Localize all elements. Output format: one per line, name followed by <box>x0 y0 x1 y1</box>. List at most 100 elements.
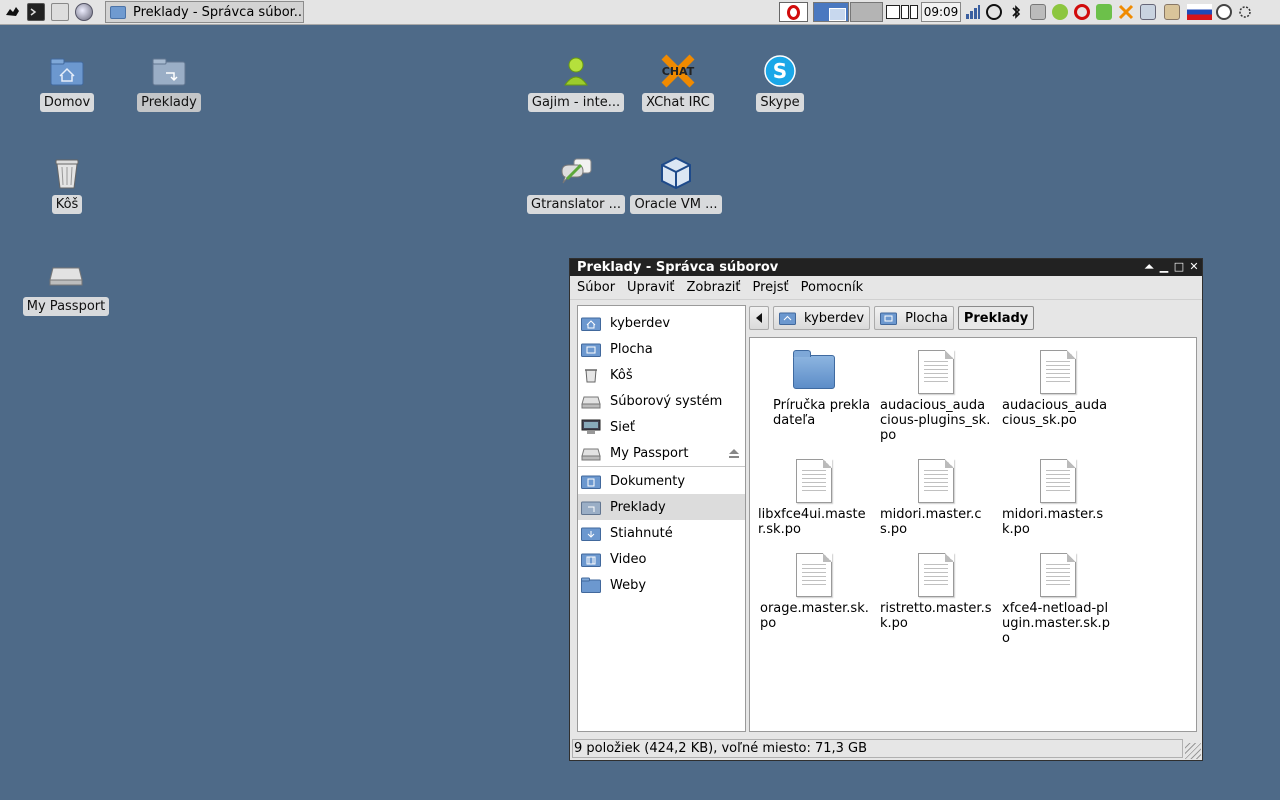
window-titlebar[interactable]: Preklady - Správca súborov ⏶ ▁ □ ✕ <box>570 259 1202 276</box>
file-name: xfce4-netload-plugin.master.sk.po <box>1002 601 1110 646</box>
gtranslator-icon <box>558 155 594 191</box>
web-browser-icon[interactable] <box>75 3 93 21</box>
file-name: Príručka prekladateľa <box>773 398 871 428</box>
resize-grip[interactable] <box>1185 743 1201 759</box>
path-back-button[interactable] <box>749 306 769 330</box>
file-name: ristretto.master.sk.po <box>880 601 992 631</box>
sidebar-item-network[interactable]: Sieť <box>578 414 745 440</box>
desktop-icon-virtualbox[interactable]: Oracle VM ... <box>626 155 726 214</box>
opera-mail-icon[interactable] <box>1074 4 1090 20</box>
path-bar: kyberdev Plocha Preklady <box>749 306 1035 330</box>
text-file-icon <box>1036 348 1080 396</box>
shade-icon[interactable]: ⏶ <box>1143 260 1155 274</box>
desktop-folder-icon <box>581 343 601 357</box>
menu-edit[interactable]: Upraviť <box>627 280 674 295</box>
network-manager-icon[interactable] <box>1140 4 1156 20</box>
sidebar-item-plocha[interactable]: Plocha <box>578 336 745 362</box>
settings-icon[interactable] <box>1237 4 1253 20</box>
sidebar-item-filesystem[interactable]: Súborový systém <box>578 388 745 414</box>
bluetooth-icon[interactable] <box>1008 4 1024 20</box>
sidebar-item-label: Súborový systém <box>610 393 723 409</box>
sidebar-item-weby[interactable]: Weby <box>578 572 745 598</box>
opera-launcher[interactable] <box>779 2 808 22</box>
path-button-plocha[interactable]: Plocha <box>874 306 954 330</box>
file-item[interactable]: audacious_audacious-plugins_sk.po <box>877 348 995 443</box>
clock-icon[interactable] <box>1216 4 1232 20</box>
desktop-icon-label: Gtranslator ... <box>527 195 625 214</box>
downloads-folder-icon <box>581 527 601 541</box>
sidebar-item-label: Stiahnuté <box>610 525 673 541</box>
xchat-tray-icon[interactable] <box>1118 4 1134 20</box>
sidebar-item-downloads[interactable]: Stiahnuté <box>578 520 745 546</box>
sidebar-item-trash[interactable]: Kôš <box>578 362 745 388</box>
eject-icon[interactable] <box>729 448 739 458</box>
sidebar-item-preklady[interactable]: Preklady <box>578 494 745 520</box>
desktop-icon-label: Domov <box>39 93 95 112</box>
menu-go[interactable]: Prejsť <box>753 280 789 295</box>
file-item[interactable]: orage.master.sk.po <box>755 551 873 631</box>
clipboard-icon[interactable] <box>1164 4 1180 20</box>
xchat-icon: CHAT <box>660 53 696 89</box>
file-item[interactable]: Príručka prekladateľa <box>755 348 873 428</box>
sidebar-item-label: Dokumenty <box>610 473 686 489</box>
workspace-2[interactable] <box>850 2 883 22</box>
xfce-mouse-icon[interactable] <box>4 3 22 21</box>
file-icon-view[interactable]: Príručka prekladateľa audacious_audaciou… <box>749 337 1197 732</box>
desktop-icon-label: Oracle VM ... <box>630 195 722 214</box>
desktop-icon-gajim[interactable]: Gajim - inte... <box>526 53 626 112</box>
desktop-icon-preklady[interactable]: Preklady <box>119 53 219 112</box>
file-item[interactable]: midori.master.cs.po <box>877 457 995 537</box>
virtualbox-icon <box>658 155 694 191</box>
network-signal-icon[interactable] <box>965 4 981 20</box>
sidebar-item-label: Plocha <box>610 341 653 357</box>
file-item[interactable]: audacious_audacious_sk.po <box>999 348 1117 428</box>
desktop-icon-my-passport[interactable]: My Passport <box>16 257 116 316</box>
desktop-icon-trash[interactable]: Kôš <box>17 155 117 214</box>
text-file-icon <box>1036 457 1080 505</box>
desktop-icon-skype[interactable]: S Skype <box>730 53 830 112</box>
mail-icon[interactable] <box>1030 4 1046 20</box>
status-text: 9 položiek (424,2 KB), voľné miesto: 71,… <box>572 738 1183 758</box>
path-button-preklady[interactable]: Preklady <box>957 306 1035 330</box>
update-ok-icon[interactable] <box>1096 4 1112 20</box>
terminal-icon[interactable] <box>27 3 45 21</box>
menu-file[interactable]: Súbor <box>577 280 615 295</box>
close-icon[interactable]: ✕ <box>1188 260 1200 274</box>
keyboard-layout-sk-icon[interactable] <box>1187 4 1212 20</box>
menu-view[interactable]: Zobraziť <box>687 280 741 295</box>
sidebar-item-label: kyberdev <box>610 315 671 331</box>
gajim-icon <box>558 53 594 89</box>
menubar: Súbor Upraviť Zobraziť Prejsť Pomocník <box>570 276 1202 300</box>
file-item[interactable]: xfce4-netload-plugin.master.sk.po <box>999 551 1117 646</box>
avast-icon[interactable] <box>986 4 1002 20</box>
text-file-icon <box>914 551 958 599</box>
sidebar-item-documents[interactable]: Dokumenty <box>578 468 745 494</box>
file-name: libxfce4ui.master.sk.po <box>758 507 866 537</box>
desktop-icon-gtranslator[interactable]: Gtranslator ... <box>526 155 626 214</box>
taskbar-window-button[interactable]: Preklady - Správca súbor... <box>105 1 304 23</box>
maximize-icon[interactable]: □ <box>1173 260 1185 274</box>
desktop-icon-home[interactable]: Domov <box>17 53 117 112</box>
workspace-1[interactable] <box>813 2 849 22</box>
file-item[interactable]: libxfce4ui.master.sk.po <box>755 457 873 537</box>
opera-icon <box>787 4 800 20</box>
sidebar-item-my-passport[interactable]: My Passport <box>578 440 745 466</box>
sidebar-item-kyberdev[interactable]: kyberdev <box>578 310 745 336</box>
window-list-pager[interactable] <box>886 5 920 19</box>
file-item[interactable]: midori.master.sk.po <box>999 457 1117 537</box>
trash-icon <box>585 369 597 383</box>
sidebar-item-label: Preklady <box>610 499 666 515</box>
file-manager-icon[interactable] <box>51 3 69 21</box>
clock[interactable]: 09:09 <box>921 2 961 22</box>
path-button-kyberdev[interactable]: kyberdev <box>773 306 871 330</box>
sidebar-item-label: Kôš <box>610 367 633 383</box>
sidebar-item-video[interactable]: Video <box>578 546 745 572</box>
file-item[interactable]: ristretto.master.sk.po <box>877 551 995 631</box>
desktop-icon-xchat[interactable]: CHAT XChat IRC <box>628 53 728 112</box>
minimize-icon[interactable]: ▁ <box>1158 260 1170 274</box>
desktop-icon-label: XChat IRC <box>642 93 714 112</box>
gajim-tray-icon[interactable] <box>1052 4 1068 20</box>
skype-icon: S <box>762 53 798 89</box>
menu-help[interactable]: Pomocník <box>801 280 863 295</box>
text-file-icon <box>1036 551 1080 599</box>
